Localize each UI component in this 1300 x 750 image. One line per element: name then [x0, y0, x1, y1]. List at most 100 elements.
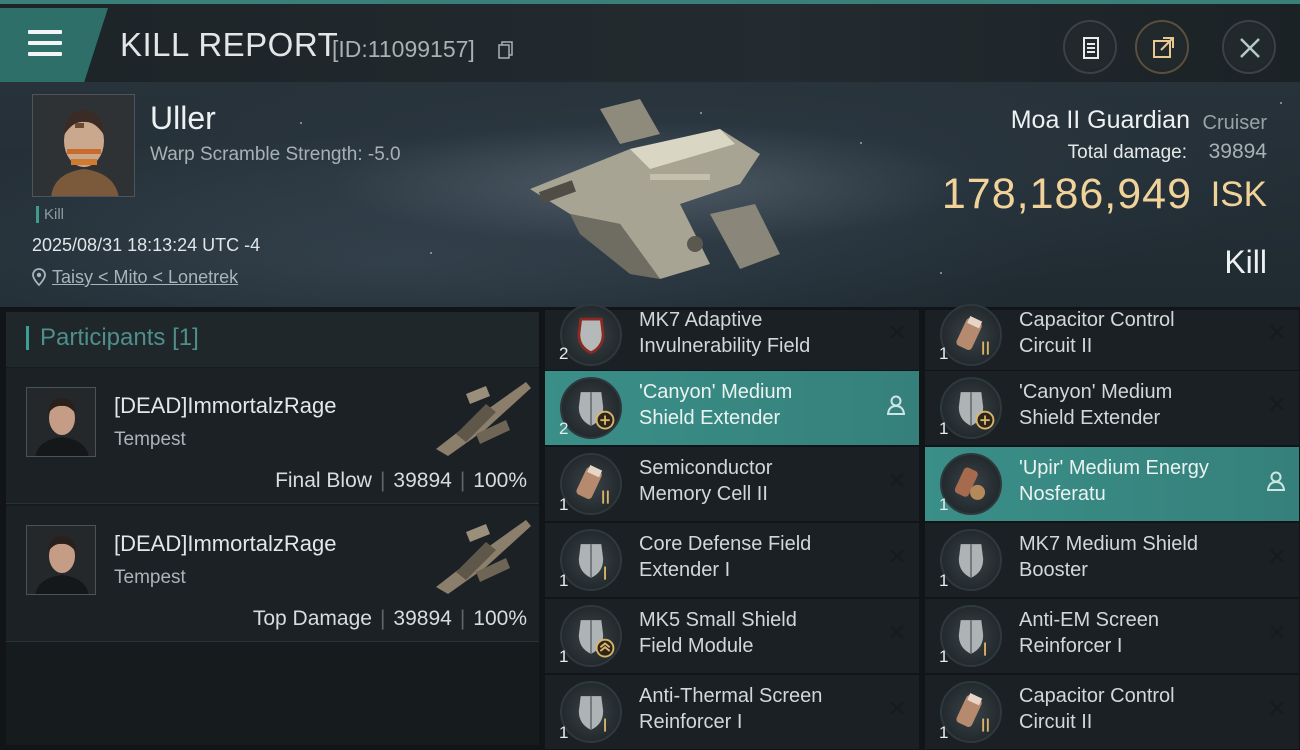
module-name-line1: MK5 Small Shield — [639, 609, 797, 631]
module-name-line2: Booster — [1019, 559, 1088, 581]
close-icon[interactable] — [1269, 548, 1285, 564]
participant-stats: Top Damage | 39894 | 100% — [253, 607, 527, 631]
person-icon[interactable] — [1267, 471, 1285, 491]
participant-ship-image[interactable] — [426, 512, 536, 598]
module-item[interactable]: 1 Semiconductor Memory Cell II — [545, 447, 919, 521]
participant-damage: 39894 — [393, 469, 452, 492]
module-name-line1: Anti-EM Screen — [1019, 609, 1160, 631]
warp-scramble-strength: Warp Scramble Strength: -5.0 — [150, 144, 401, 165]
module-name-line1: 'Upir' Medium Energy — [1019, 457, 1209, 479]
shield-rig-icon — [560, 529, 622, 591]
menu-button[interactable] — [0, 8, 108, 82]
participant-role: Final Blow — [275, 469, 372, 492]
participants-header: Participants [1] — [6, 312, 539, 367]
module-name-line2: Invulnerability Field — [639, 335, 811, 357]
participant-percent: 100% — [473, 469, 527, 492]
participant-avatar[interactable] — [26, 525, 96, 595]
notes-button[interactable] — [1063, 20, 1117, 74]
close-icon[interactable] — [1269, 324, 1285, 340]
report-id: [ID:11099157] — [332, 36, 475, 62]
module-name-line2: Shield Extender — [1019, 407, 1161, 429]
module-quantity: 1 — [939, 647, 949, 666]
close-icon[interactable] — [889, 324, 905, 340]
kill-datetime: 2025/08/31 18:13:24 UTC -4 — [32, 235, 261, 255]
capacitor-battery-icon — [940, 681, 1002, 743]
module-item[interactable]: 1 Core Defense Field Extender I — [545, 523, 919, 597]
kill-result: Kill — [1224, 244, 1267, 280]
kill-banner: Uller Warp Scramble Strength: -5.0 Kill … — [0, 82, 1300, 307]
participant-ship: Tempest — [114, 429, 186, 450]
victim-name[interactable]: Uller — [150, 100, 216, 137]
module-name-line1: Anti-Thermal Screen — [639, 685, 823, 707]
close-button[interactable] — [1222, 20, 1276, 74]
module-name-line1: MK7 Adaptive — [639, 309, 763, 331]
participants-panel: Participants [1] [DEAD]ImmortalzRage Tem… — [6, 312, 539, 745]
participant-name[interactable]: [DEAD]ImmortalzRage — [114, 531, 337, 557]
module-name-line1: Semiconductor — [639, 457, 773, 479]
participant-damage: 39894 — [393, 607, 452, 630]
participant-name[interactable]: [DEAD]ImmortalzRage — [114, 393, 337, 419]
module-item[interactable]: 1 'Canyon' Medium Shield Extender — [925, 371, 1299, 445]
module-item[interactable]: 1 MK7 Medium Shield Booster — [925, 523, 1299, 597]
ship-name[interactable]: Moa II Guardian — [1011, 106, 1190, 135]
module-quantity: 1 — [559, 723, 569, 742]
module-item[interactable]: 2 MK7 Adaptive Invulnerability Field — [545, 304, 919, 370]
menu-icon-line — [28, 52, 62, 56]
close-icon[interactable] — [889, 548, 905, 564]
close-icon[interactable] — [1269, 700, 1285, 716]
module-name-line1: Core Defense Field — [639, 533, 812, 555]
module-quantity: 1 — [939, 571, 949, 590]
pilot-portrait-icon — [27, 388, 95, 456]
shield-rig-icon — [940, 605, 1002, 667]
module-item[interactable]: 2 'Canyon' Medium Shield Extender — [545, 371, 919, 445]
module-quantity: 2 — [559, 344, 569, 363]
kill-location[interactable]: Taisy < Mito < Lonetrek — [32, 267, 238, 288]
location-link[interactable]: Taisy < Mito < Lonetrek — [52, 267, 238, 287]
module-name: Anti-EM Screen Reinforcer I — [1019, 607, 1259, 659]
module-name: Core Defense Field Extender I — [639, 531, 879, 583]
close-icon[interactable] — [889, 472, 905, 488]
module-name: 'Canyon' Medium Shield Extender — [639, 379, 879, 431]
shield-rig-icon — [560, 681, 622, 743]
person-icon[interactable] — [887, 395, 905, 415]
isk-unit: ISK — [1210, 175, 1267, 214]
module-item[interactable]: 1 Capacitor Control Circuit II — [925, 675, 1299, 749]
participants-title: Participants [1] — [26, 326, 199, 350]
victim-avatar[interactable] — [32, 94, 135, 197]
capacitor-battery-icon — [560, 453, 622, 515]
location-pin-icon — [32, 268, 46, 286]
share-button[interactable] — [1135, 20, 1189, 74]
module-name: MK5 Small Shield Field Module — [639, 607, 879, 659]
module-name: Semiconductor Memory Cell II — [639, 455, 879, 507]
participant-ship-image[interactable] — [426, 374, 536, 460]
module-item[interactable]: 1 MK5 Small Shield Field Module — [545, 599, 919, 673]
module-name-line2: Memory Cell II — [639, 483, 768, 505]
victim-ship-image[interactable] — [510, 94, 790, 294]
module-name-line2: Reinforcer I — [639, 711, 743, 733]
close-icon[interactable] — [1269, 624, 1285, 640]
module-item[interactable]: 1 'Upir' Medium Energy Nosferatu — [925, 447, 1299, 521]
pilot-portrait-icon — [27, 526, 95, 594]
adaptive-invulnerability-icon — [560, 304, 622, 366]
close-icon[interactable] — [889, 700, 905, 716]
pilot-portrait-icon — [33, 95, 134, 196]
copy-icon[interactable] — [498, 41, 514, 59]
energy-nosferatu-icon — [940, 453, 1002, 515]
module-quantity: 1 — [559, 571, 569, 590]
module-quantity: 2 — [559, 419, 569, 438]
participant-card[interactable]: [DEAD]ImmortalzRage Tempest Final Blow | 3… — [6, 368, 539, 504]
module-item[interactable]: 1 Capacitor Control Circuit II — [925, 304, 1299, 370]
module-quantity: 1 — [939, 723, 949, 742]
module-quantity: 1 — [559, 495, 569, 514]
total-damage-label: Total damage: — [1067, 142, 1187, 163]
participant-avatar[interactable] — [26, 387, 96, 457]
module-item[interactable]: 1 Anti-Thermal Screen Reinforcer I — [545, 675, 919, 749]
participant-role: Top Damage — [252, 607, 372, 630]
module-name-line2: Circuit II — [1019, 335, 1093, 357]
module-name: Anti-Thermal Screen Reinforcer I — [639, 683, 879, 735]
participant-card[interactable]: [DEAD]ImmortalzRage Tempest Top Damage | 3… — [6, 506, 539, 642]
close-icon[interactable] — [1269, 396, 1285, 412]
stats-divider: | — [459, 607, 466, 630]
close-icon[interactable] — [889, 624, 905, 640]
module-item[interactable]: 1 Anti-EM Screen Reinforcer I — [925, 599, 1299, 673]
